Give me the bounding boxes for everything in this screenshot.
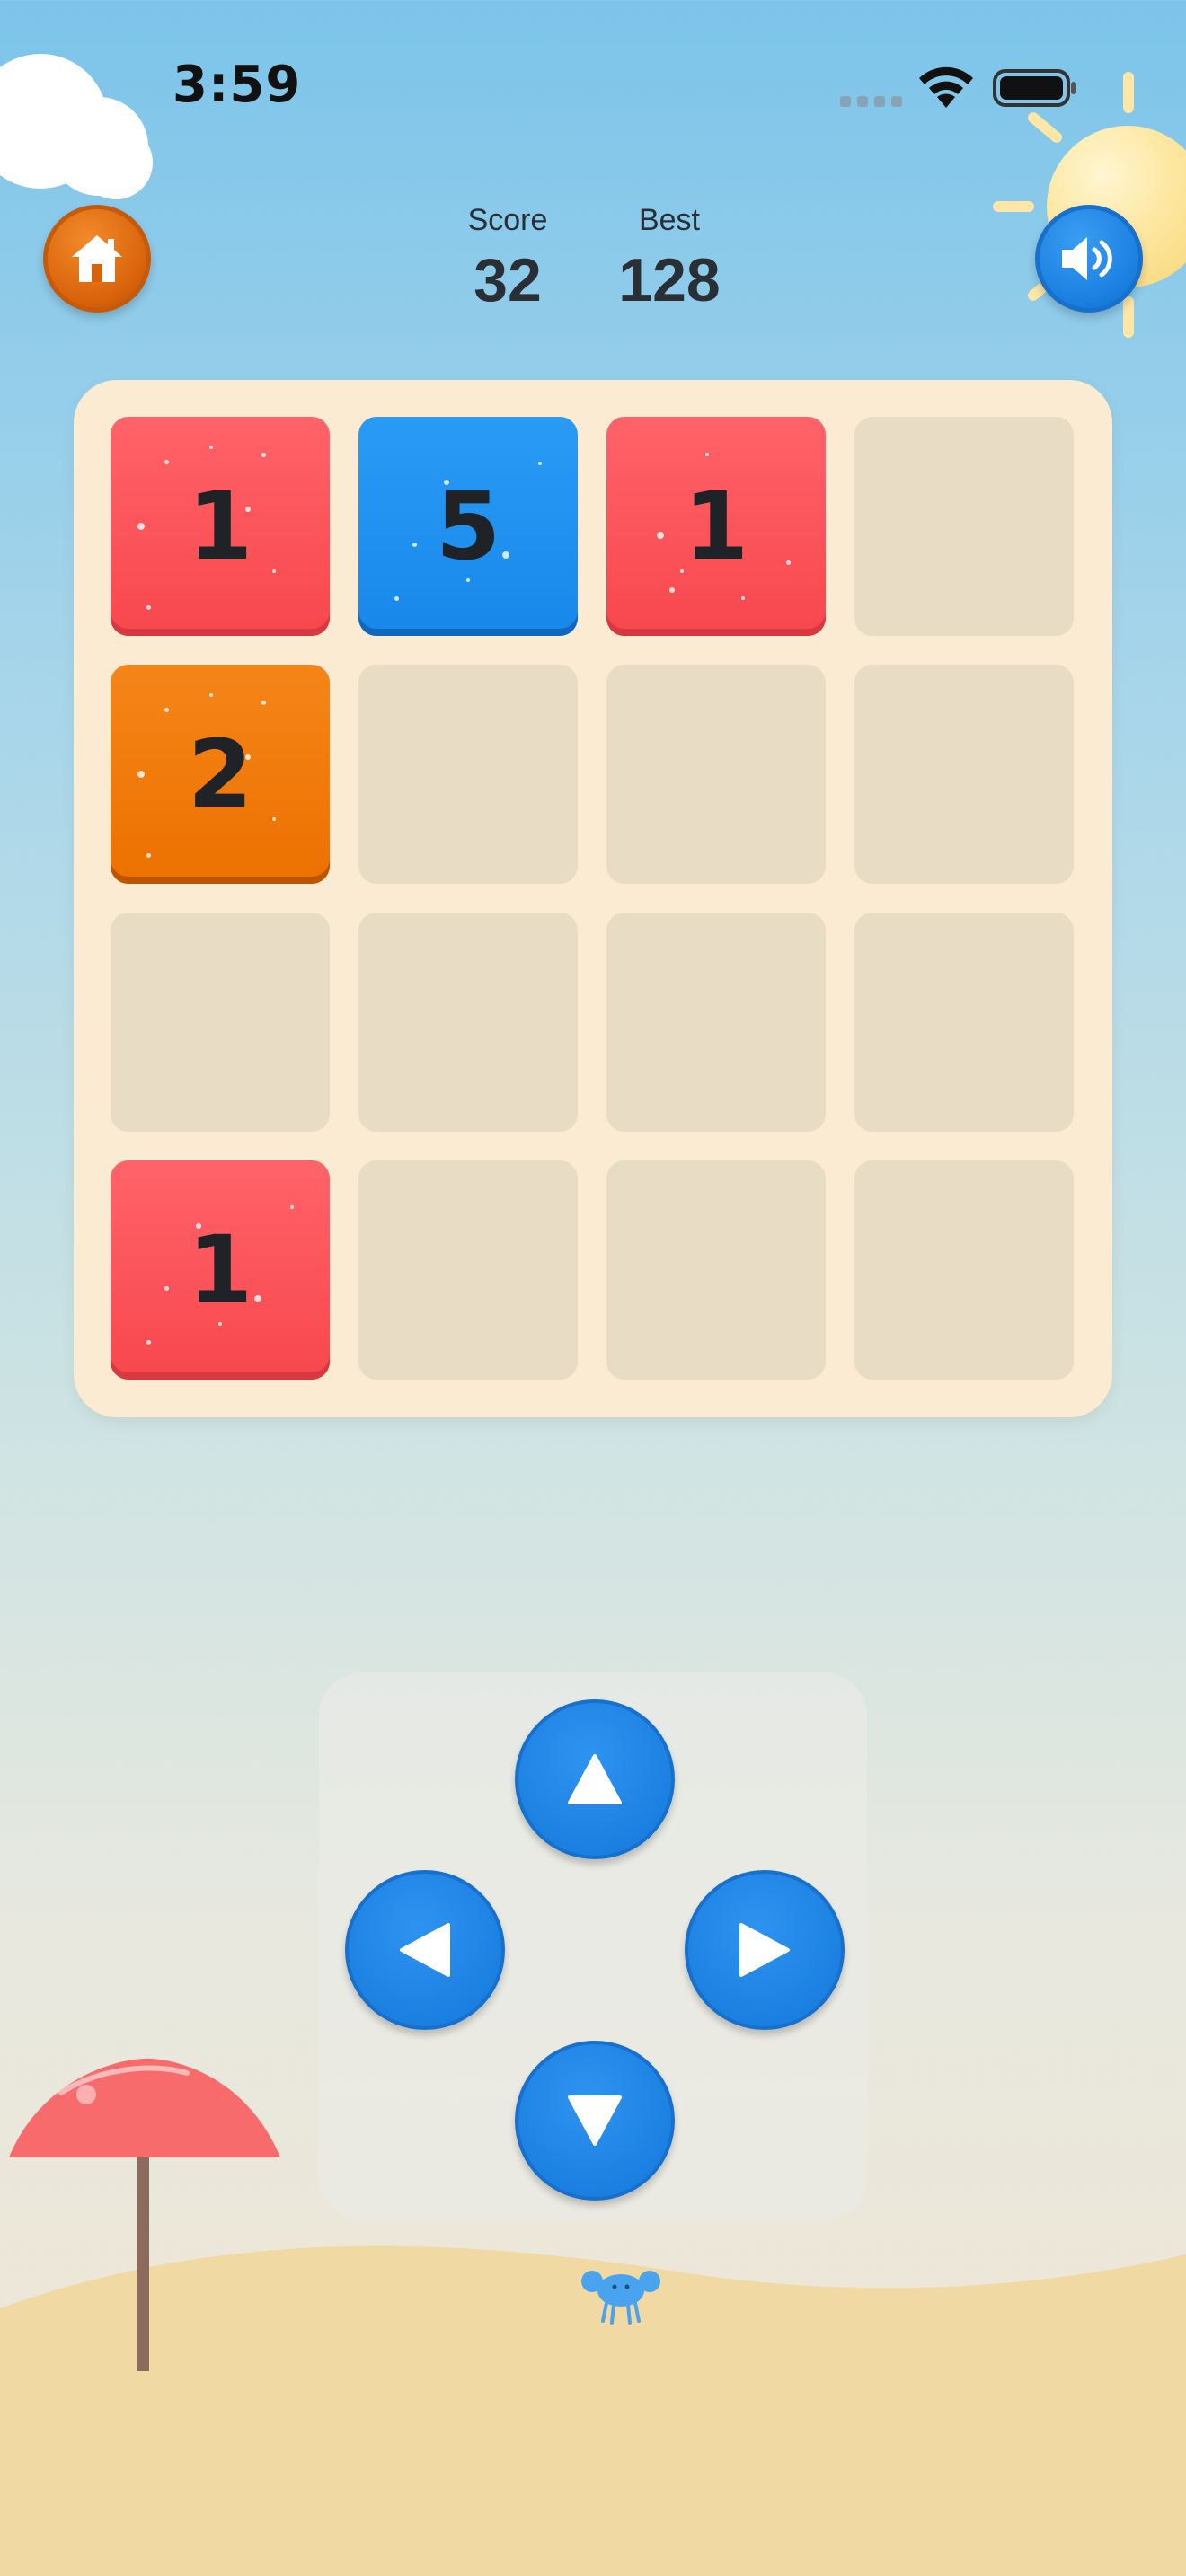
score-display: Score 32 [449,203,566,315]
sun-ray [993,201,1034,212]
sparkle-dot [137,771,145,778]
empty-cell [854,1160,1074,1380]
sparkle-dot [741,596,745,600]
sparkle-dot [412,543,417,547]
tile-orange: 2 [111,665,330,884]
triangle-right-icon [739,1923,790,1977]
sun-ray [1123,72,1134,113]
empty-cell [854,665,1074,884]
cellular-signal-icon [840,93,908,110]
triangle-up-icon [568,1754,622,1804]
empty-cell [358,1160,578,1380]
arrow-up-button[interactable] [515,1699,675,1859]
sparkle-dot [209,446,213,449]
sparkle-dot [164,1286,169,1291]
sun-ray [1123,296,1134,338]
tile-blue: 5 [358,417,578,636]
wifi-icon [916,66,976,113]
crab-decoration [581,2271,660,2325]
empty-cell [606,1160,826,1380]
sparkle-dot [538,462,542,465]
sparkle-dot [272,569,276,573]
sparkle-dot [164,708,169,712]
sound-button[interactable] [1035,205,1143,313]
empty-cell [606,665,826,884]
sparkle-dot [146,853,151,858]
tile-red: 1 [606,417,826,636]
tile-value: 2 [187,719,253,829]
empty-cell [854,913,1074,1132]
speaker-icon [1062,237,1112,280]
empty-cell [111,913,330,1132]
cloud-decoration [79,126,153,199]
sparkle-dot [502,551,509,559]
empty-cell [854,417,1074,636]
sparkle-dot [261,701,266,705]
empty-cell [606,913,826,1132]
tile-value: 1 [683,472,749,581]
arrow-right-button[interactable] [685,1870,845,2030]
arrow-left-button[interactable] [345,1870,505,2030]
game-board[interactable]: 1 5 1 2 1 [74,380,1112,1417]
sparkle-dot [290,1205,294,1209]
battery-icon [993,68,1079,111]
score-label: Score [467,203,548,237]
sparkle-dot [209,693,213,697]
sparkle-dot [137,523,145,530]
sparkle-dot [786,560,791,565]
sparkle-dot [272,817,276,821]
tile-value: 1 [187,472,253,581]
sparkle-dot [657,532,664,539]
sparkle-dot [254,1295,261,1302]
best-label: Best [638,203,701,237]
tile-red: 1 [111,417,330,636]
beach-umbrella-decoration [9,2058,280,2371]
best-value: 128 [618,246,721,314]
arrow-down-button[interactable] [515,2041,675,2201]
sun-ray [1025,110,1065,146]
sparkle-dot [146,1340,151,1345]
dpad-panel [319,1672,867,2220]
tile-value: 5 [435,472,501,581]
empty-cell [358,665,578,884]
sparkle-dot [146,605,151,610]
sparkle-dot [261,453,266,457]
status-time: 3:59 [173,56,302,114]
tile-value: 1 [187,1215,253,1325]
home-icon [72,235,122,282]
home-button[interactable] [43,205,151,313]
empty-cell [358,913,578,1132]
sparkle-dot [164,460,169,464]
sparkle-dot [394,596,399,601]
sparkle-dot [705,453,709,456]
best-display: Best 128 [602,203,737,315]
sparkle-dot [669,587,675,593]
triangle-down-icon [568,2095,622,2146]
tile-red: 1 [111,1160,330,1380]
score-value: 32 [474,246,542,314]
triangle-left-icon [400,1923,450,1977]
